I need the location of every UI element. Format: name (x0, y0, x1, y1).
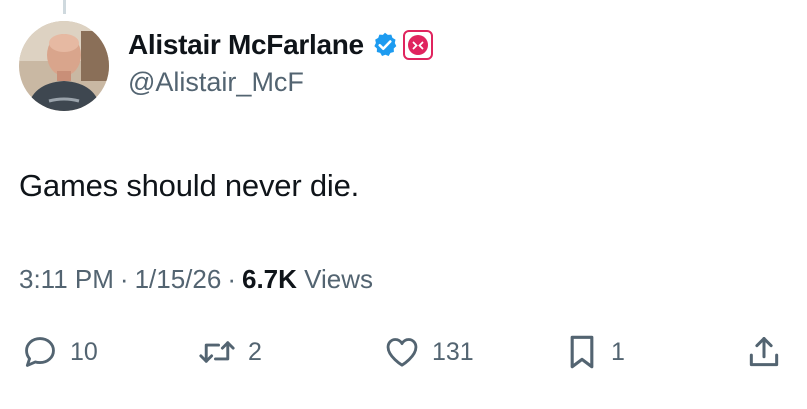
share-icon (749, 337, 779, 367)
bookmark-count: 1 (611, 337, 625, 366)
views-label: Views (304, 264, 374, 294)
tweet-text: Games should never die. (19, 168, 360, 203)
heart-icon (386, 338, 418, 367)
like-count: 131 (432, 337, 474, 366)
action-bar: 10 2 131 1 (0, 330, 807, 374)
meta-separator: · (119, 264, 129, 294)
bookmark-icon (570, 335, 594, 369)
reply-count: 10 (70, 337, 98, 366)
bookmark-button[interactable]: 1 (564, 330, 625, 374)
views-count: 6.7K (242, 264, 297, 294)
tweet-time[interactable]: 3:11 PM (19, 264, 114, 294)
affiliate-badge-icon[interactable] (402, 30, 433, 60)
like-button[interactable]: 131 (383, 330, 474, 374)
share-button[interactable] (745, 330, 783, 374)
profile-photo-icon (19, 21, 109, 111)
tweet-meta: 3:11 PM · 1/15/26 · 6.7K Views (19, 263, 373, 295)
author-handle[interactable]: @Alistair_McF (128, 66, 304, 98)
repost-count: 2 (248, 337, 262, 366)
reply-button[interactable]: 10 (21, 330, 98, 374)
avatar[interactable] (19, 21, 109, 111)
thread-connector-line (63, 0, 66, 14)
author-display-name[interactable]: Alistair McFarlane (128, 28, 364, 62)
verified-badge-icon (371, 31, 399, 59)
tweet-date[interactable]: 1/15/26 (135, 264, 222, 294)
reply-icon (25, 337, 55, 367)
meta-separator: · (227, 264, 236, 294)
repost-icon (199, 341, 235, 363)
repost-button[interactable]: 2 (197, 330, 262, 374)
